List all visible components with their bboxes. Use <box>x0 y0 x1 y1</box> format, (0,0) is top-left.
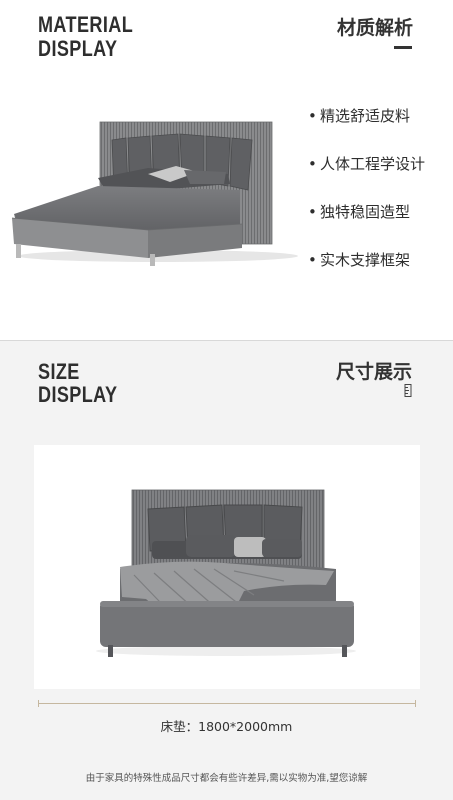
feature-item: • 独特稳固造型 <box>308 204 425 252</box>
material-title-en-line2: DISPLAY <box>38 36 118 61</box>
mattress-size-label: 床垫：1800*2000mm <box>160 719 293 734</box>
bullet-icon: • <box>308 203 317 221</box>
feature-item: • 人体工程学设计 <box>308 156 425 204</box>
ruler-icon <box>404 384 412 397</box>
bed-front-view-image <box>96 489 356 657</box>
size-title-en-line1: SIZE <box>38 359 80 384</box>
bullet-icon: • <box>308 107 317 125</box>
feature-text: 实木支撑框架 <box>320 251 411 269</box>
size-title-en-line2: DISPLAY <box>38 382 118 407</box>
bed-side-view-image <box>11 121 298 266</box>
feature-item: • 实木支撑框架 <box>308 252 425 300</box>
feature-list: • 精选舒适皮料 • 人体工程学设计 • 独特稳固造型 • 实木支撑框架 <box>308 108 425 300</box>
bullet-icon: • <box>308 251 317 269</box>
title-underline-mark <box>394 46 412 49</box>
size-title-cn: 尺寸展示 <box>336 361 413 383</box>
size-disclaimer: 由于家具的特殊性成品尺寸都会有些许差异,需以实物为准,望您谅解 <box>85 773 368 784</box>
feature-text: 精选舒适皮料 <box>320 107 411 125</box>
width-measure-line <box>38 700 416 707</box>
bullet-icon: • <box>308 155 317 173</box>
material-title-cn: 材质解析 <box>337 17 414 39</box>
material-section: MATERIAL DISPLAY 材质解析 • 精选舒适皮料 • 人体工程学设计… <box>0 0 453 340</box>
bed-front-photo <box>34 445 420 689</box>
feature-text: 独特稳固造型 <box>320 203 411 221</box>
material-title-en-line1: MATERIAL <box>38 12 134 37</box>
feature-text: 人体工程学设计 <box>320 155 426 173</box>
feature-item: • 精选舒适皮料 <box>308 108 425 156</box>
